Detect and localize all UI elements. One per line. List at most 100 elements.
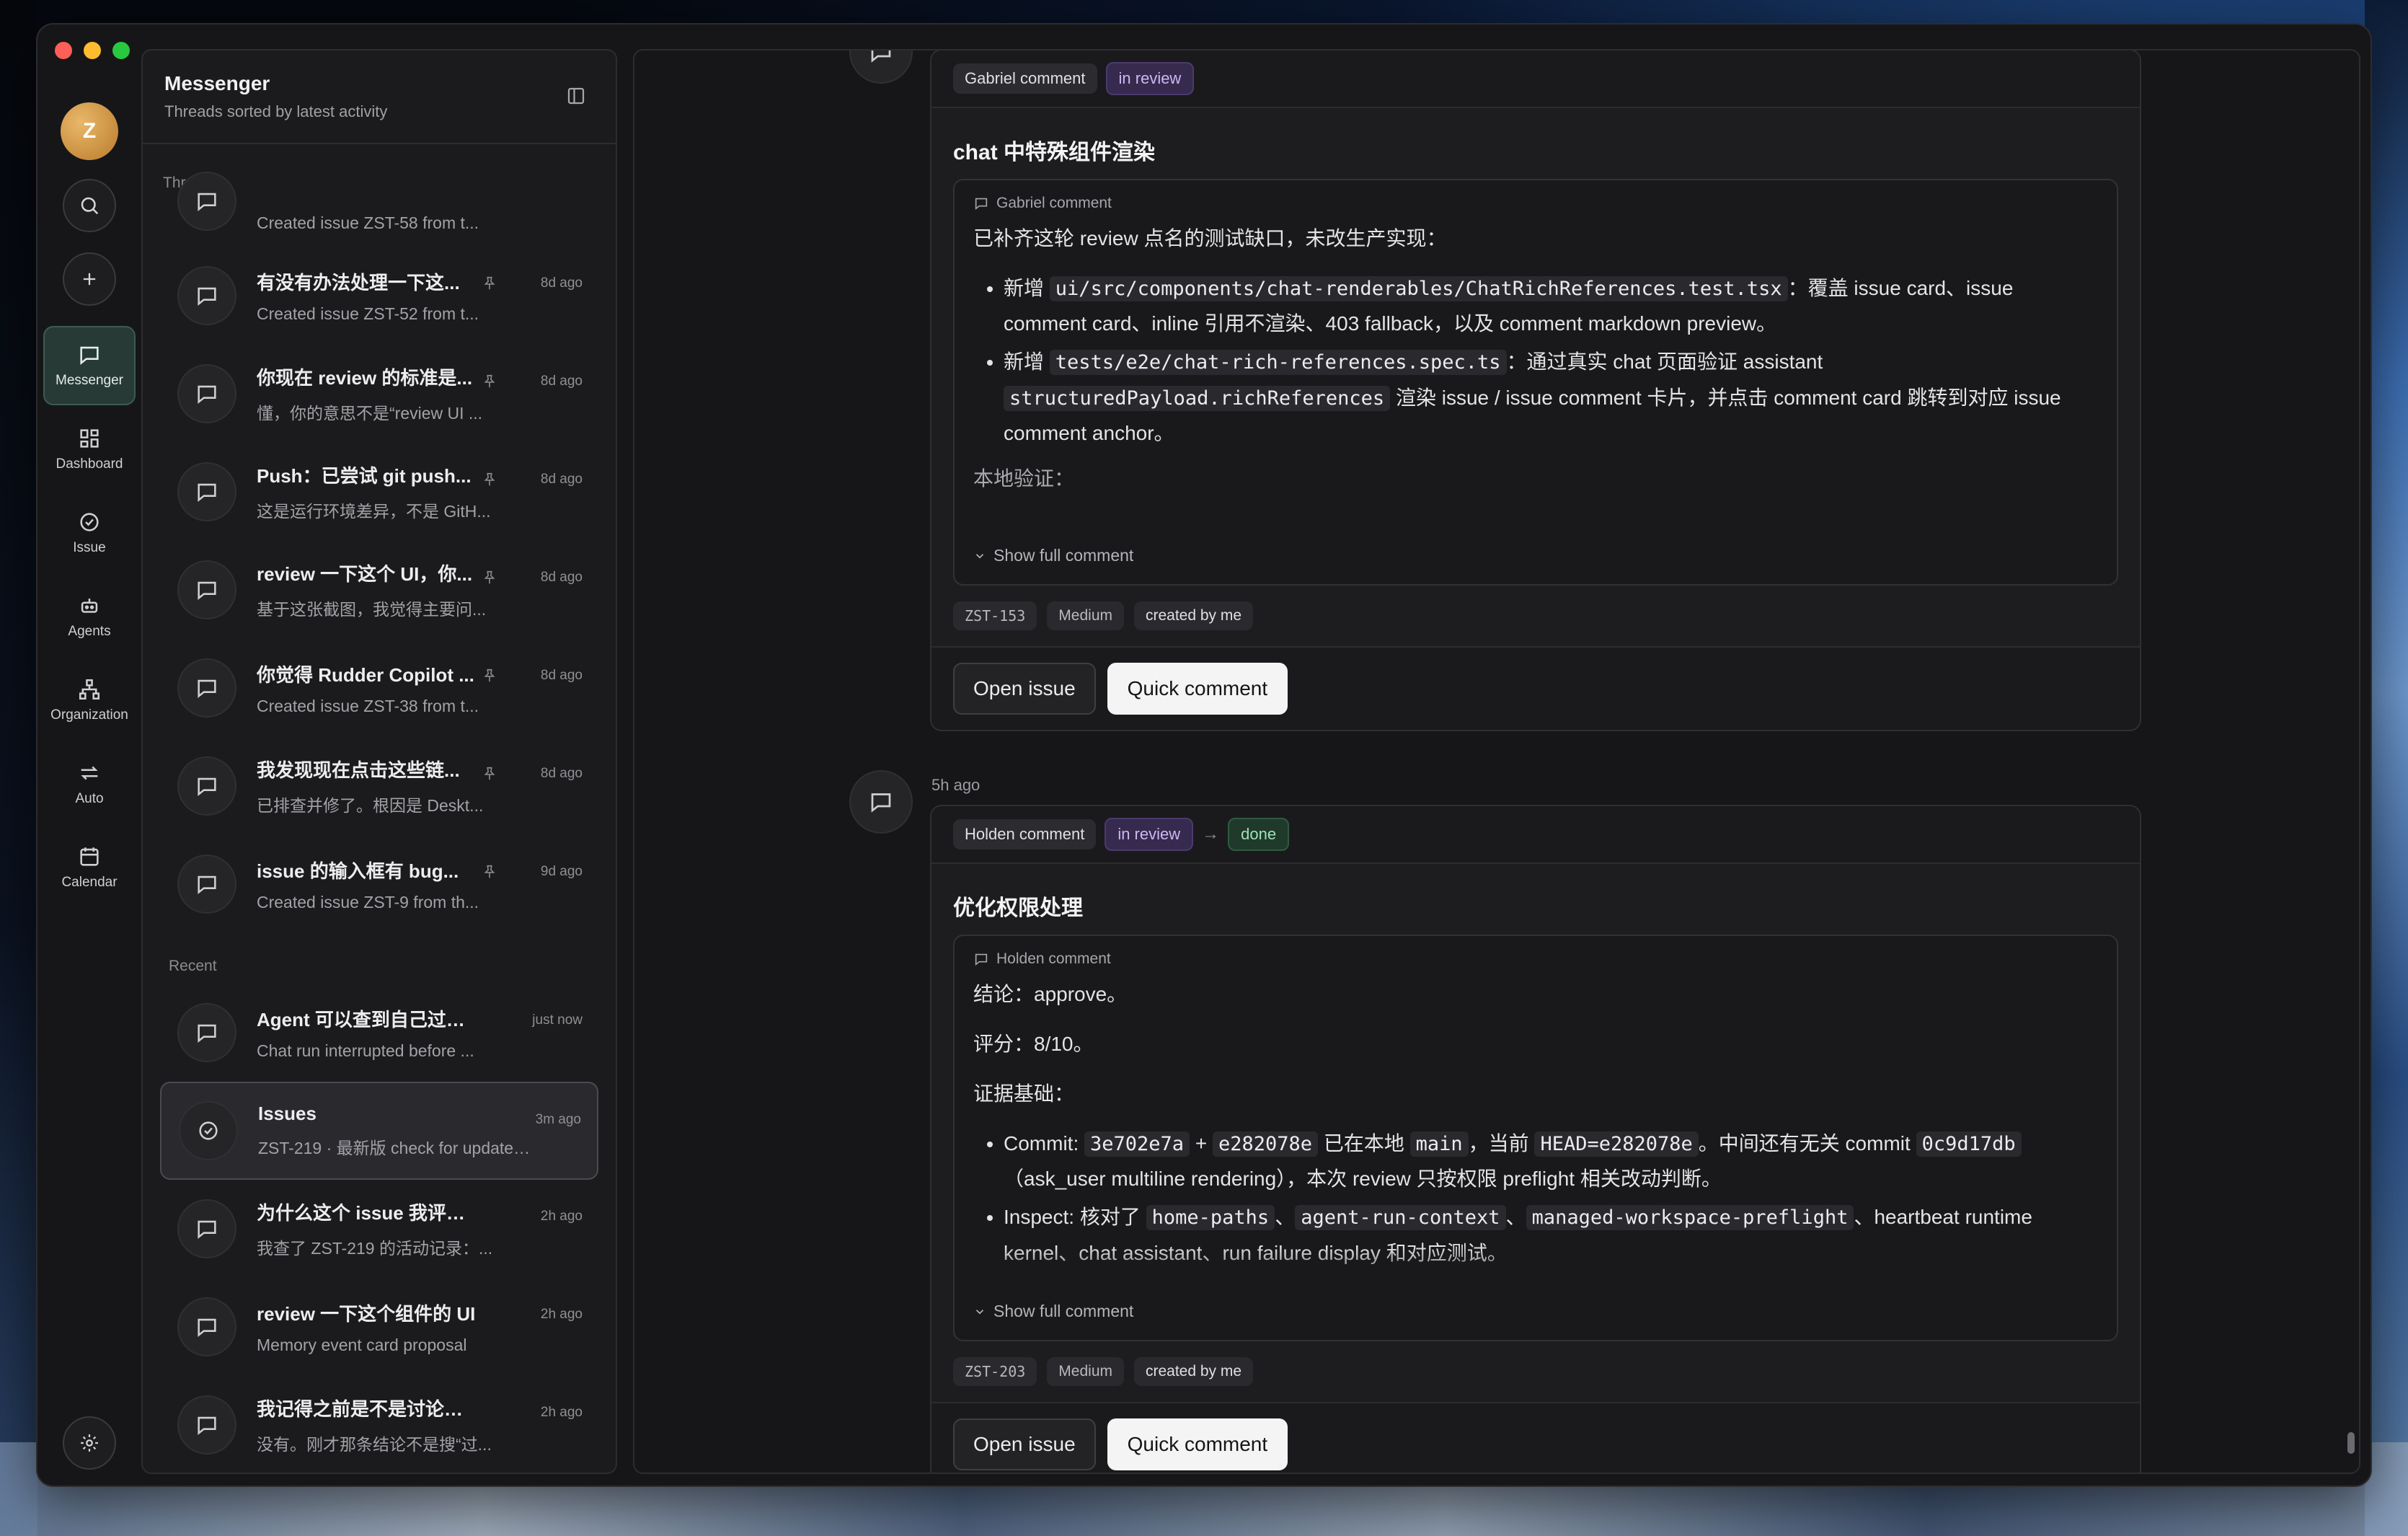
issue-comment-card: Holden comment in review → done 优化权限处理 H…	[930, 805, 2141, 1473]
threads-panel: Messenger Threads sorted by latest activ…	[141, 49, 617, 1474]
thread-title: review 一下这个 UI，你...	[257, 563, 473, 585]
thread-preview: 没有。刚才那条结论不是搜“过...	[257, 1435, 492, 1454]
recent-item[interactable]: Agent 可以查到自己过去执... Chat run interrupted …	[160, 984, 598, 1082]
card-actions: Open issue Quick comment	[931, 1402, 2140, 1473]
nav-agents-label: Agents	[68, 624, 111, 639]
thread-item[interactable]: Push：已尝试 git push... 这是运行环境差异，不是 GitH...…	[160, 443, 598, 541]
threads-panel-title: Messenger	[164, 72, 270, 94]
inline-code: agent-run-context	[1295, 1205, 1506, 1231]
thread-item[interactable]: 我发现现在点击这些链... 已排查并修了。根因是 Deskt... 8d ago	[160, 737, 598, 835]
search-button[interactable]	[63, 179, 116, 232]
recent-item[interactable]: 我记得之前是不是讨论过要... 没有。刚才那条结论不是搜“过... 2h ago	[160, 1376, 598, 1473]
nav-calendar[interactable]: Calendar	[43, 828, 136, 907]
nav-issue[interactable]: Issue	[43, 493, 136, 573]
thread-time: 8d ago	[540, 374, 583, 389]
thread-preview: Chat run interrupted before ...	[257, 1041, 474, 1060]
inline-code: main	[1409, 1131, 1469, 1157]
recent-item[interactable]: review 一下这个组件的 UI Memory event card prop…	[160, 1278, 598, 1376]
comment-body: 已补齐这轮 review 点名的测试缺口，未改生产实现： 新增 ui/src/c…	[973, 221, 2098, 496]
dashboard-grid-icon	[80, 429, 99, 448]
nav-auto[interactable]: Auto	[43, 744, 136, 824]
activity-feed: Gabriel comment in review chat 中特殊组件渲染 G…	[633, 49, 2360, 1474]
nav-organization[interactable]: Organization	[43, 661, 136, 740]
inline-code: 3e702e7a	[1084, 1131, 1190, 1157]
message-square-icon	[80, 346, 99, 365]
recent-item-issues[interactable]: Issues ZST-219 · 最新版 check for updates 检…	[160, 1082, 598, 1180]
text: 、	[1275, 1206, 1296, 1229]
thread-item[interactable]: issue 的输入框有 bug... Created issue ZST-9 f…	[160, 835, 598, 933]
issue-title[interactable]: 优化权限处理	[953, 890, 2118, 922]
status-from-badge: in review	[1105, 818, 1194, 851]
sidebar-toggle-button[interactable]	[565, 85, 587, 110]
message-square-icon	[177, 756, 236, 816]
thread-title: 你觉得 Rudder Copilot ...	[257, 663, 474, 686]
text: Commit:	[1004, 1132, 1079, 1155]
text: 。中间还有无关 commit	[1698, 1132, 1911, 1155]
user-avatar[interactable]: Z	[61, 102, 118, 160]
nav-agents[interactable]: Agents	[43, 577, 136, 656]
pin-icon[interactable]	[482, 374, 497, 393]
nav-dashboard[interactable]: Dashboard	[43, 410, 136, 489]
thread-title: Push：已尝试 git push...	[257, 465, 472, 487]
author-badge: Gabriel comment	[953, 63, 1097, 94]
message-square-icon	[177, 1297, 236, 1356]
nav-messenger[interactable]: Messenger	[43, 326, 136, 405]
creator-tag: created by me	[1134, 1357, 1254, 1386]
recent-item[interactable]: 为什么这个 issue 我评论文... 我查了 ZST-219 的活动记录：..…	[160, 1180, 598, 1278]
pin-icon[interactable]	[482, 766, 497, 785]
settings-button[interactable]	[63, 1416, 116, 1470]
window-controls	[55, 42, 130, 59]
inline-code: managed-workspace-preflight	[1526, 1205, 1854, 1231]
thread-title: 我记得之前是不是讨论过要...	[257, 1398, 480, 1420]
comment-list-item: 新增 ui/src/components/chat-renderables/Ch…	[1004, 270, 2098, 341]
inline-code: tests/e2e/chat-rich-references.spec.ts	[1049, 350, 1507, 376]
pin-icon[interactable]	[482, 668, 497, 687]
open-issue-button[interactable]: Open issue	[953, 1418, 1096, 1470]
thread-item[interactable]: 你现在 review 的标准是... 懂，你的意思不是“review UI ..…	[160, 345, 598, 443]
comment-preview[interactable]: Holden comment 结论：approve。 评分：8/10。 证据基础…	[953, 935, 2118, 1341]
quick-comment-button[interactable]: Quick comment	[1107, 663, 1288, 715]
open-issue-button[interactable]: Open issue	[953, 663, 1096, 715]
text: 、	[1505, 1206, 1526, 1229]
minimize-window-button[interactable]	[84, 42, 101, 59]
zoom-window-button[interactable]	[112, 42, 130, 59]
issue-tags: ZST-153 Medium created by me	[953, 601, 2118, 630]
pin-icon[interactable]	[482, 864, 497, 883]
nav-auto-label: Auto	[75, 791, 104, 806]
issue-id-tag[interactable]: ZST-153	[953, 601, 1037, 630]
thread-item[interactable]: review 一下这个 UI，你... 基于这张截图，我觉得主要问... 8d …	[160, 541, 598, 639]
thread-preview: ZST-219 · 最新版 check for updates 检...	[258, 1139, 532, 1157]
desktop-background-left	[0, 0, 37, 1536]
show-full-label: Show full comment	[993, 1302, 1134, 1320]
nav-messenger-label: Messenger	[56, 373, 123, 388]
thread-item[interactable]: 你觉得 Rudder Copilot ... Created issue ZST…	[160, 639, 598, 737]
status-badge: in review	[1105, 62, 1195, 95]
issue-title[interactable]: chat 中特殊组件渲染	[953, 134, 2118, 166]
thread-title: 有没有办法处理一下这...	[257, 271, 460, 293]
quick-comment-button[interactable]: Quick comment	[1107, 1418, 1288, 1470]
comment-preview[interactable]: Gabriel comment 已补齐这轮 review 点名的测试缺口，未改生…	[953, 179, 2118, 586]
issue-id-tag[interactable]: ZST-203	[953, 1357, 1037, 1386]
thread-preview: 我查了 ZST-219 的活动记录：...	[257, 1239, 493, 1258]
thread-item[interactable]: 有没有办法处理一下这... Created issue ZST-52 from …	[160, 247, 598, 345]
thread-time: 9d ago	[540, 864, 583, 879]
comment-list-item: Commit: 3e702e7a + e282078e 已在本地 main，当前…	[1004, 1126, 2098, 1196]
thread-time: just now	[532, 1012, 583, 1028]
show-full-comment-button[interactable]: Show full comment	[973, 1294, 2019, 1340]
feed-scrollbar[interactable]	[2347, 1432, 2355, 1454]
comment-paragraph: 本地验证：	[973, 467, 1075, 490]
comment-author: Gabriel comment	[996, 195, 1112, 211]
pin-icon[interactable]	[482, 275, 497, 295]
message-time: 5h ago	[931, 776, 981, 794]
show-full-comment-button[interactable]: Show full comment	[973, 539, 1133, 584]
thread-time: 8d ago	[540, 668, 583, 683]
pin-icon[interactable]	[482, 570, 497, 589]
card-header: Holden comment in review → done	[931, 806, 2140, 864]
close-window-button[interactable]	[55, 42, 72, 59]
message-square-icon	[177, 172, 236, 231]
pin-icon[interactable]	[482, 472, 497, 491]
message-square-icon	[849, 770, 913, 834]
nav-calendar-label: Calendar	[61, 875, 118, 890]
new-thread-button[interactable]	[63, 252, 116, 306]
thread-item[interactable]: Created issue ZST-58 from t...	[160, 172, 598, 247]
